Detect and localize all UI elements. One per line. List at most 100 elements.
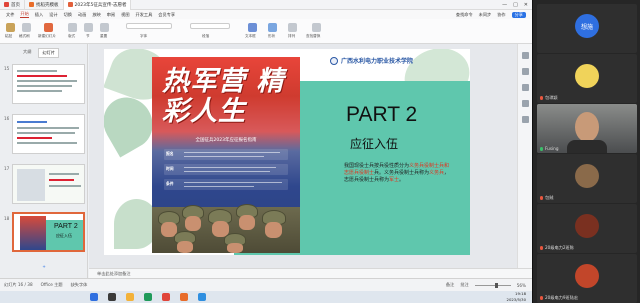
slide-thumbnail-18-selected[interactable]: PART 2 应征入伍 [12, 212, 85, 252]
participant-tile[interactable]: 包贼 [537, 154, 637, 203]
thumb-text-line [17, 121, 47, 123]
slide-body-text[interactable]: 我国现役士兵按兵役性质分为义务兵役制士兵和志愿兵役制士兵。义务兵役制士兵称为义务… [344, 163, 454, 184]
find-replace-icon[interactable] [312, 23, 321, 32]
ribbon-tab-file[interactable]: 文件 [6, 12, 14, 18]
share-button[interactable]: 分享 [511, 11, 526, 18]
shape-icon[interactable] [268, 23, 277, 32]
format-painter-icon[interactable] [22, 23, 31, 32]
ribbon-tab-animation[interactable]: 动画 [78, 12, 86, 18]
poster-row-label: 报名 [166, 151, 174, 156]
ribbon-tab-design[interactable]: 设计 [49, 12, 57, 18]
tab-templates[interactable]: 找稻壳模板 [25, 0, 64, 10]
poster-row-label: 条件 [166, 181, 174, 186]
property-icon[interactable] [522, 52, 529, 59]
soldier-face [239, 215, 255, 230]
help-icon[interactable] [522, 116, 529, 123]
participant-tile[interactable]: 20级电力9班陆宏 [537, 254, 637, 303]
tab-outline[interactable]: 大纲 [20, 48, 34, 58]
maximize-button[interactable]: □ [513, 2, 518, 8]
design-icon[interactable] [522, 100, 529, 107]
part-title: PART 2 [346, 103, 418, 126]
section-icon[interactable] [84, 23, 93, 32]
poster-subtitle: 全国征兵2023年应征报名指南 [195, 138, 257, 143]
participant-video-tile[interactable]: Fusing [537, 104, 637, 153]
layout-icon[interactable] [68, 23, 77, 32]
windows-taskbar: 19:18 2023/5/30 [0, 291, 532, 303]
ribbon-tab-transition[interactable]: 切换 [64, 12, 72, 18]
thumbnail-tabs: 大纲 幻灯片 [20, 48, 59, 58]
tab-slides[interactable]: 幻灯片 [38, 48, 59, 58]
zoom-slider-knob[interactable] [494, 282, 498, 288]
tab-document[interactable]: 2023年5征兵宣传-志愿者 [63, 0, 132, 10]
soldier-face [227, 243, 243, 253]
arrange-icon[interactable] [288, 23, 297, 32]
slide-thumbnail-17[interactable] [12, 164, 85, 204]
poster-row-label: 时间 [166, 166, 174, 171]
slide-thumbnail-16[interactable] [12, 114, 85, 154]
ribbon-tab-insert[interactable]: 插入 [35, 12, 43, 18]
body-text-segment: 兵。义务兵役制士兵称为 [374, 170, 430, 176]
current-slide[interactable]: 广西水利电力职业技术学院 热军营 精彩人生 全国征兵2023年应征报名指南 报名… [104, 49, 470, 255]
participant-tile[interactable]: 想施 [537, 4, 637, 53]
zoom-level[interactable]: 56% [517, 283, 526, 288]
sync-status[interactable]: 未同步 [479, 12, 492, 18]
ribbon-tab-developer[interactable]: 开发工具 [136, 12, 153, 18]
search-command[interactable]: 查找命令 [456, 12, 473, 18]
tab-home[interactable]: 首页 [0, 0, 25, 10]
folder-icon[interactable] [126, 293, 134, 301]
tool-label: 新建幻灯片 [38, 34, 56, 38]
wps-icon[interactable] [162, 293, 170, 301]
font-select[interactable] [126, 23, 172, 29]
thumb-red-line [17, 75, 67, 77]
tool-label: 文本框 [245, 34, 256, 38]
presentation-app: 首页 找稻壳模板 2023年5征兵宣传-志愿者 — □ ✕ 文件 开始 插入 设… [0, 0, 532, 291]
title-bar: 首页 找稻壳模板 2023年5征兵宣传-志愿者 — □ ✕ [0, 0, 532, 10]
notes-pane[interactable]: 单击此处添加备注 [89, 268, 532, 278]
avatar-photo-icon [575, 264, 599, 288]
tool-label: 查找替换 [306, 34, 321, 38]
paste-icon[interactable] [6, 23, 15, 32]
textbox-icon[interactable] [248, 23, 257, 32]
ribbon-tab-start[interactable]: 开始 [20, 11, 29, 18]
reset-icon[interactable] [100, 23, 109, 32]
thumb-text-line [17, 142, 77, 144]
collaborate-button[interactable]: 协作 [497, 12, 505, 18]
recruitment-poster[interactable]: 热军营 精彩人生 全国征兵2023年应征报名指南 报名 时间 条件 [152, 57, 300, 253]
tool-label: 节 [86, 34, 90, 38]
participant-name-text: 包琪颖 [545, 95, 558, 100]
new-slide-icon[interactable] [44, 23, 53, 32]
start-icon[interactable] [90, 293, 98, 301]
ribbon-tab-view[interactable]: 视图 [121, 12, 129, 18]
add-slide-button[interactable]: + [0, 264, 88, 269]
close-button[interactable]: ✕ [524, 2, 528, 8]
slide-thumbnail-15[interactable] [12, 64, 85, 104]
poster-info-row: 报名 [164, 149, 288, 160]
screen: 首页 找稻壳模板 2023年5征兵宣传-志愿者 — □ ✕ 文件 开始 插入 设… [0, 0, 640, 303]
notes-toggle[interactable]: 备注 [446, 282, 454, 288]
poster-text-line [184, 156, 264, 157]
search-icon[interactable] [108, 293, 116, 301]
zoom-slider[interactable] [474, 282, 511, 288]
body-text-segment: 。 [399, 177, 405, 183]
ppt-icon[interactable] [180, 293, 188, 301]
browser-icon[interactable] [144, 293, 152, 301]
thumb-text-line [17, 132, 75, 134]
ribbon-tab-slideshow[interactable]: 放映 [92, 12, 100, 18]
tool-label: 粘贴 [5, 34, 13, 38]
thumb-text-line [49, 185, 81, 187]
soldier-face [177, 241, 193, 253]
minimize-button[interactable]: — [502, 2, 507, 8]
system-clock[interactable]: 19:18 2023/5/30 [507, 291, 526, 303]
meeting-app-icon[interactable] [198, 293, 206, 301]
ribbon-tab-member[interactable]: 会员专享 [158, 12, 175, 18]
paragraph-controls[interactable] [190, 23, 230, 29]
participant-tile[interactable]: 包琪颖 [537, 54, 637, 103]
missing-font-button[interactable]: 缺失字体 [71, 282, 88, 288]
ribbon-tab-review[interactable]: 审阅 [107, 12, 115, 18]
animation-pane-icon[interactable] [522, 68, 529, 75]
section-title: 应征入伍 [350, 137, 399, 151]
comments-toggle[interactable]: 批注 [460, 282, 468, 288]
clock-date: 2023/5/30 [506, 297, 526, 302]
select-pane-icon[interactable] [522, 84, 529, 91]
participant-tile[interactable]: 20级电力2班陈 [537, 204, 637, 253]
